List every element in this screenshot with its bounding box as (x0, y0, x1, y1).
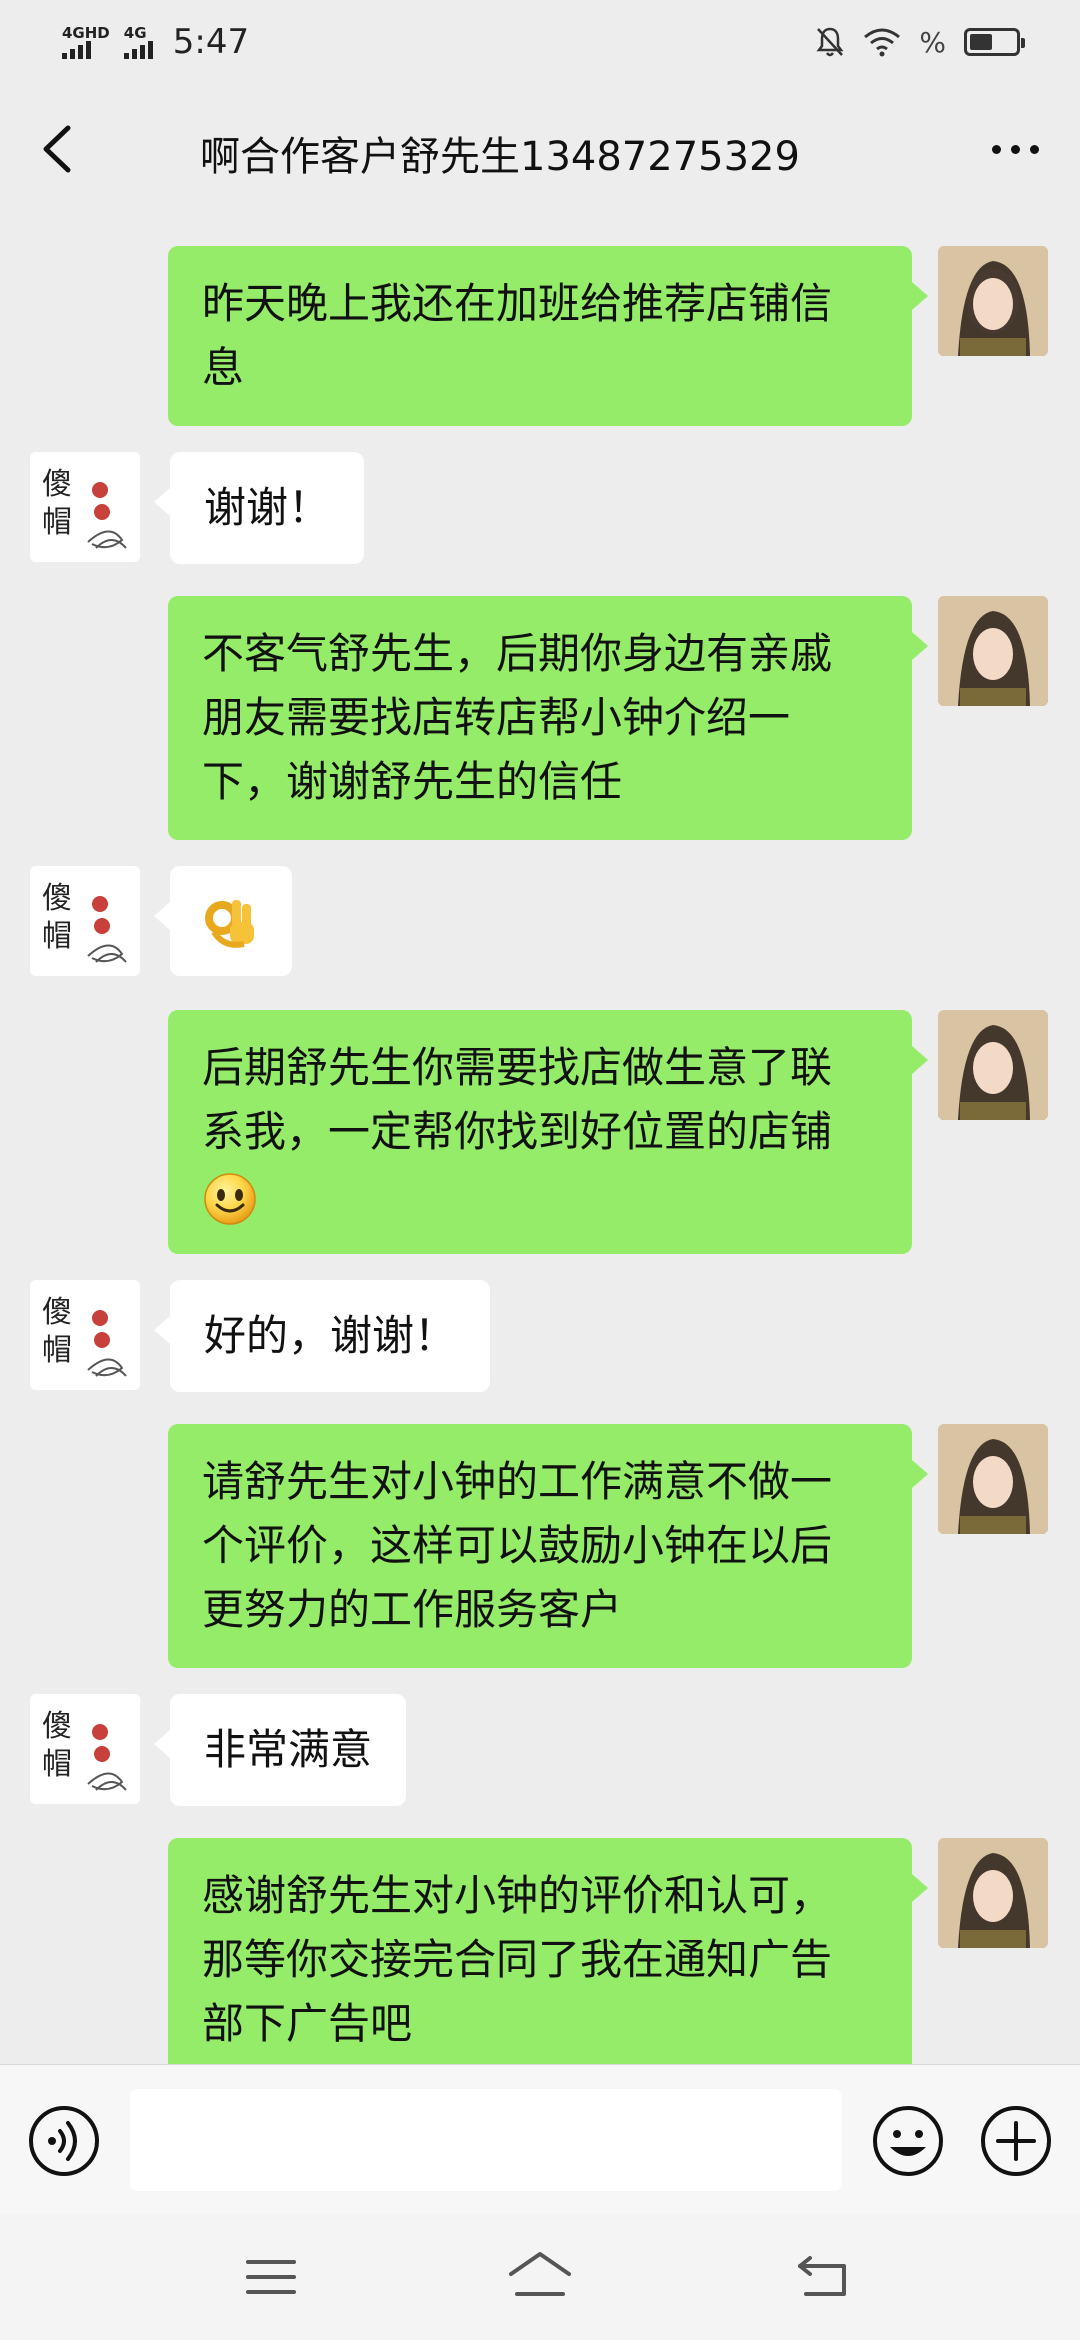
sim1-label: 4GHD (62, 24, 110, 42)
svg-text:帽: 帽 (42, 1747, 72, 1782)
avatar-photo (938, 1838, 1048, 1948)
home-icon (509, 2252, 571, 2296)
voice-button[interactable] (26, 2103, 102, 2179)
sim2-label: 4G (123, 24, 147, 42)
svg-text:傻: 傻 (42, 1709, 72, 1744)
message-bubble-received[interactable] (154, 866, 292, 976)
shop-logo-avatar: 傻 帽 (30, 1280, 140, 1390)
battery-fill (970, 34, 992, 50)
svg-text:傻: 傻 (42, 881, 72, 916)
more-dots-icon (991, 144, 1001, 154)
my-avatar[interactable] (938, 596, 1048, 706)
message-line: 息 (202, 343, 245, 392)
plus-icon (981, 2106, 1051, 2176)
message-line: 个评价，这样可以鼓励小钟在以后 (202, 1521, 833, 1570)
signal-sim2: 4G (123, 24, 153, 59)
more-button[interactable] (980, 124, 1050, 174)
contact-avatar[interactable]: 傻 帽 (30, 866, 140, 976)
chat-header: 啊合作客户舒先生13487275329 (0, 84, 1080, 214)
message-line: 朋友需要找店转店帮小钟介绍一 (202, 693, 791, 742)
wifi-icon (864, 28, 901, 57)
menu-icon (246, 2260, 296, 2294)
input-bar (0, 2064, 1080, 2214)
avatar-photo (938, 1010, 1048, 1120)
message-line: 好的，谢谢！ (204, 1311, 457, 1360)
message-line: 系我，一定帮你找到好位置的店铺 (202, 1107, 833, 1156)
status-bar: 4GHD 4G 5:47 % (0, 0, 1080, 84)
contact-avatar[interactable]: 傻 帽 (30, 1280, 140, 1390)
message-list[interactable]: 昨天晚上我还在加班给推荐店铺信 息 傻 帽 谢谢！ 不客气舒先生，后期你身边有亲… (0, 214, 1080, 2064)
message-line: 不客气舒先生，后期你身边有亲戚 (202, 629, 833, 678)
battery-percent: % (919, 25, 946, 59)
message-bubble-received[interactable]: 好的，谢谢！ (153, 1280, 491, 1392)
my-avatar[interactable] (938, 1838, 1048, 1948)
return-icon (798, 2256, 846, 2296)
svg-text:傻: 傻 (42, 467, 72, 502)
message-line: 感谢舒先生对小钟的评价和认可， (202, 1871, 833, 1920)
status-left: 4GHD 4G 5:47 (62, 22, 249, 62)
emoji-icon (873, 2106, 943, 2176)
shop-logo-avatar: 傻 帽 (30, 866, 140, 976)
svg-text:傻: 傻 (42, 1295, 72, 1330)
ok-hand-emoji-icon (205, 900, 254, 948)
home-button[interactable] (505, 2244, 575, 2310)
more-functions-button[interactable] (978, 2103, 1054, 2179)
message-line: 那等你交接完合同了我在通知广告 (202, 1935, 833, 1984)
message-input[interactable] (130, 2089, 842, 2191)
message-line: 部下广告吧 (202, 1999, 413, 2048)
emoji-button[interactable] (870, 2103, 946, 2179)
message-line: 下，谢谢舒先生的信任 (202, 757, 623, 806)
message-line: 更努力的工作服务客户 (202, 1585, 623, 1634)
message-line: 非常满意 (204, 1725, 373, 1774)
signal-bars-icon (123, 41, 153, 59)
message-line: 后期舒先生你需要找店做生意了联 (202, 1043, 833, 1092)
message-line: 昨天晚上我还在加班给推荐店铺信 (202, 279, 833, 328)
battery-icon (964, 28, 1025, 56)
contact-avatar[interactable]: 傻 帽 (30, 452, 140, 562)
chat-title: 啊合作客户舒先生13487275329 (200, 134, 800, 180)
system-nav-bar (0, 2214, 1080, 2340)
svg-text:帽: 帽 (42, 1333, 72, 1368)
svg-text:帽: 帽 (42, 505, 72, 540)
message-bubble-sent[interactable]: 昨天晚上我还在加班给推荐店铺信 息 (168, 246, 928, 426)
message-bubble-sent[interactable]: 后期舒先生你需要找店做生意了联 系我，一定帮你找到好位置的店铺 (168, 1010, 928, 1254)
status-right: % (815, 25, 1025, 59)
back-button[interactable] (28, 116, 88, 182)
message-bubble-sent[interactable]: 请舒先生对小钟的工作满意不做一 个评价，这样可以鼓励小钟在以后 更努力的工作服务… (168, 1424, 928, 1668)
recent-apps-button[interactable] (236, 2244, 306, 2310)
my-avatar[interactable] (938, 246, 1048, 356)
my-avatar[interactable] (938, 1010, 1048, 1120)
avatar-photo (938, 246, 1048, 356)
message-bubble-received[interactable]: 非常满意 (153, 1694, 407, 1806)
message-bubble-sent[interactable]: 感谢舒先生对小钟的评价和认可， 那等你交接完合同了我在通知广告 部下广告吧 (168, 1838, 928, 2064)
voice-icon (29, 2106, 99, 2176)
smile-emoji-icon (204, 1172, 256, 1225)
svg-text:帽: 帽 (42, 919, 72, 954)
message-line: 请舒先生对小钟的工作满意不做一 (202, 1457, 833, 1506)
status-time: 5:47 (172, 22, 250, 62)
avatar-photo (938, 1424, 1048, 1534)
signal-sim1: 4GHD (62, 25, 110, 59)
back-nav-button[interactable] (790, 2244, 860, 2310)
shop-logo-avatar: 傻 帽 (30, 452, 140, 562)
my-avatar[interactable] (938, 1424, 1048, 1534)
contact-avatar[interactable]: 傻 帽 (30, 1694, 140, 1804)
message-bubble-sent[interactable]: 不客气舒先生，后期你身边有亲戚 朋友需要找店转店帮小钟介绍一 下，谢谢舒先生的信… (168, 596, 928, 840)
avatar-photo (938, 596, 1048, 706)
shop-logo-avatar: 傻 帽 (30, 1694, 140, 1804)
message-line: 谢谢！ (204, 483, 331, 532)
chevron-left-icon (43, 125, 71, 173)
signal-bars-icon (62, 41, 91, 59)
message-bubble-received[interactable]: 谢谢！ (153, 452, 365, 564)
emoji-line (202, 1164, 878, 1228)
mute-bell-icon (816, 27, 844, 57)
